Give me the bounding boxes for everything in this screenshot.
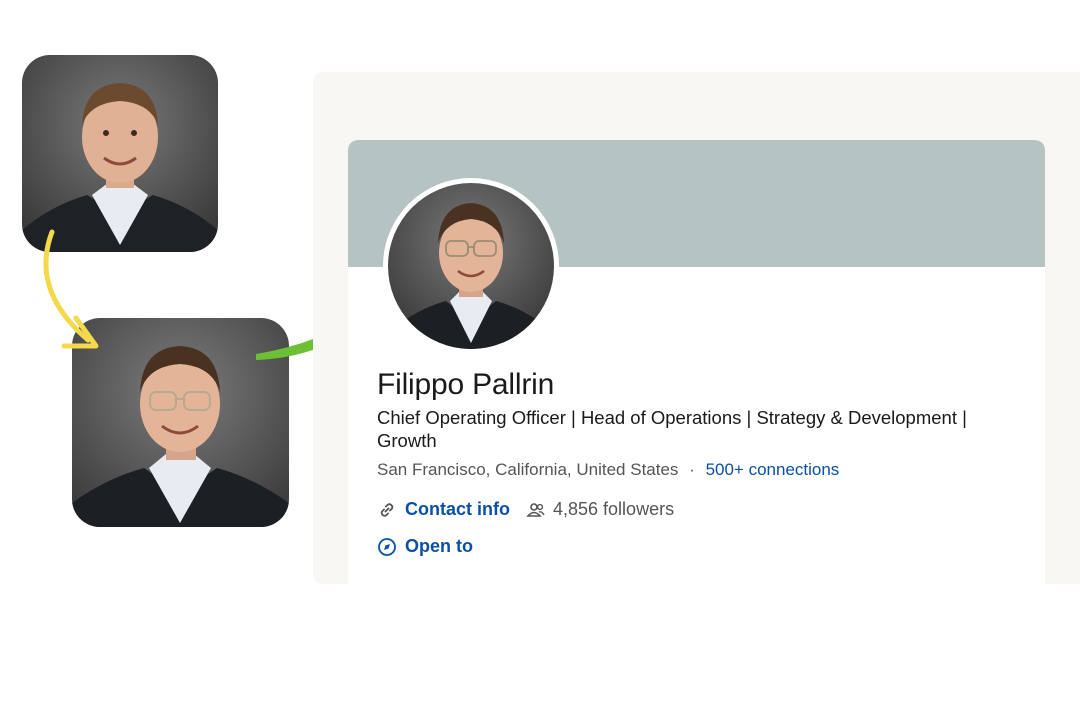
compass-icon xyxy=(377,537,397,557)
contact-row: Contact info 4,856 followers xyxy=(377,499,674,520)
profile-location: San Francisco, California, United States xyxy=(377,460,679,479)
profile-card: Filippo Pallrin Chief Operating Officer … xyxy=(348,140,1045,600)
open-to-button[interactable]: Open to xyxy=(405,536,473,557)
connections-link[interactable]: 500+ connections xyxy=(706,460,840,479)
followers-count: 4,856 followers xyxy=(553,499,675,519)
separator-dot: · xyxy=(689,460,695,479)
profile-name: Filippo Pallrin xyxy=(377,368,555,401)
people-icon xyxy=(526,500,546,520)
profile-headline: Chief Operating Officer | Head of Operat… xyxy=(377,407,967,451)
contact-info-link[interactable]: Contact info xyxy=(405,499,510,520)
profile-avatar[interactable] xyxy=(383,178,559,354)
curved-arrow-icon xyxy=(43,229,99,349)
profile-avatar-image xyxy=(388,183,554,349)
location-row: San Francisco, California, United States… xyxy=(377,460,839,480)
link-icon xyxy=(377,500,397,520)
open-to-row[interactable]: Open to xyxy=(377,536,473,557)
